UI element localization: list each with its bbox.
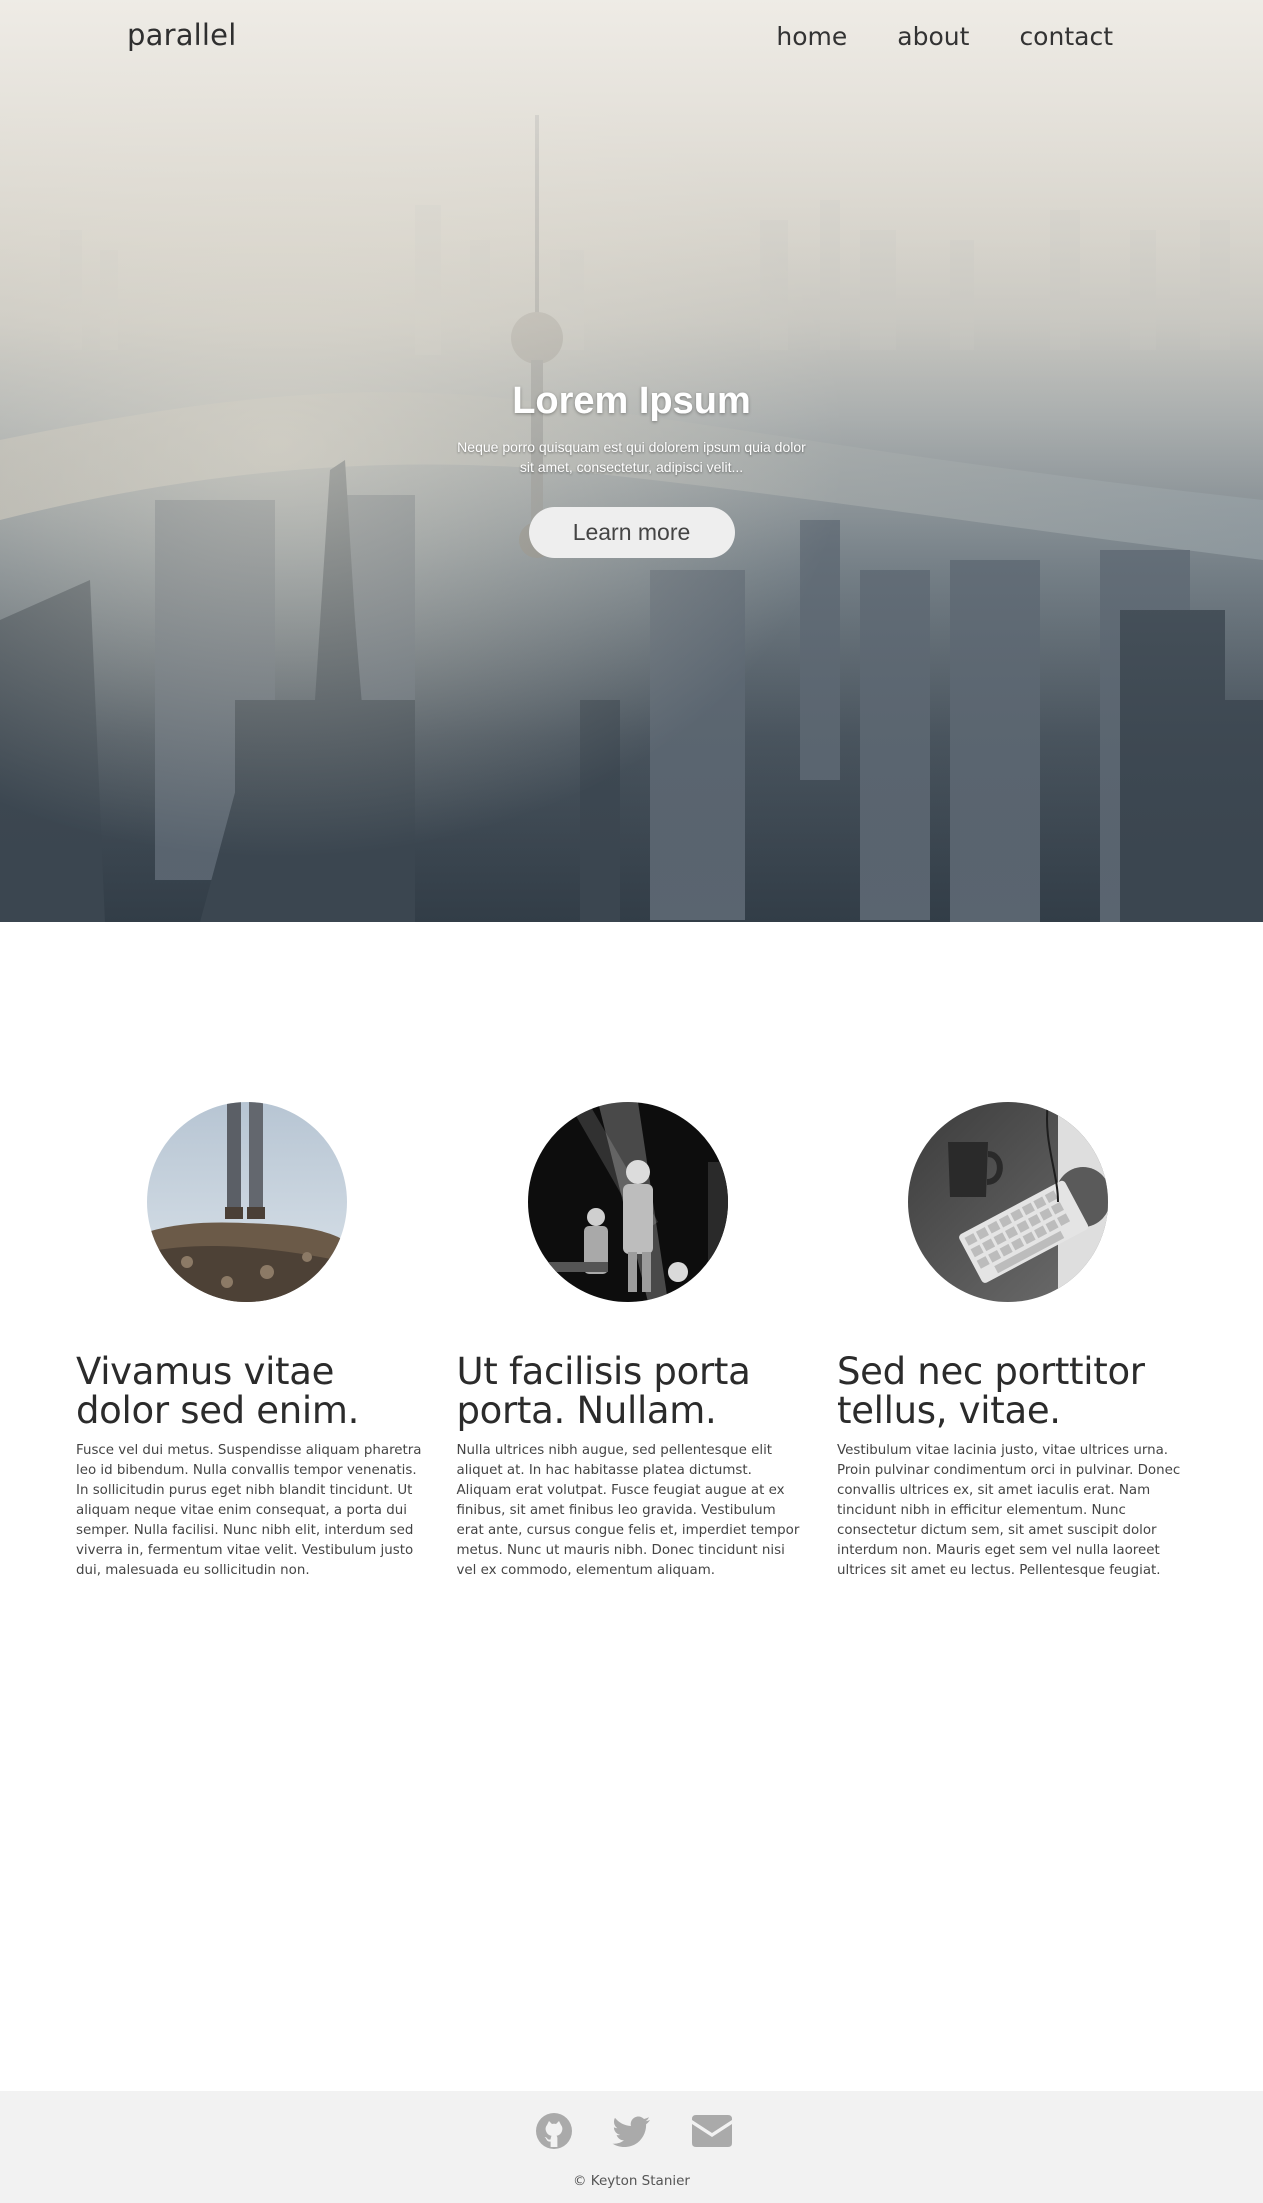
github-icon[interactable] (534, 2111, 574, 2151)
desk-keyboard-mug-photo (908, 1102, 1108, 1302)
concert-band-photo (527, 1102, 728, 1302)
feature-card: Vivamus vitae dolor sed enim. Fusce vel … (76, 1102, 426, 1581)
copyright-text: © Keyton Stanier (573, 2173, 690, 2189)
footer: © Keyton Stanier (0, 2091, 1263, 2203)
social-links (0, 2111, 1263, 2151)
feature-title: Ut facilisis porta porta. Nullam. (456, 1350, 751, 1432)
twitter-icon[interactable] (612, 2111, 652, 2151)
envelope-icon[interactable] (690, 2111, 732, 2151)
nav-link-home[interactable]: home (776, 22, 847, 51)
feature-text: Vestibulum vitae lacinia justo, vitae ul… (837, 1443, 1181, 1578)
learn-more-button[interactable]: Learn more (528, 507, 735, 558)
hero-title: Lorem Ipsum (512, 380, 751, 422)
feature-card: Ut facilisis porta porta. Nullam. Nulla … (457, 1102, 807, 1581)
features-section: Vivamus vitae dolor sed enim. Fusce vel … (76, 1102, 1187, 1581)
nav-link-contact[interactable]: contact (1019, 22, 1113, 51)
feature-text: Nulla ultrices nibh augue, sed pellentes… (456, 1443, 800, 1578)
feature-text: Fusce vel dui metus. Suspendisse aliquam… (76, 1443, 422, 1578)
feature-card: Sed nec porttitor tellus, vitae. Vestibu… (837, 1102, 1187, 1581)
hero-section: parallel home about contact Lorem Ipsum … (0, 0, 1263, 922)
navbar: parallel home about contact (0, 0, 1263, 78)
feature-title: Vivamus vitae dolor sed enim. (76, 1350, 360, 1432)
feature-title: Sed nec porttitor tellus, vitae. (837, 1350, 1145, 1432)
hero-text: Neque porro quisquam est qui dolorem ips… (457, 439, 806, 475)
hero-content: Lorem Ipsum Neque porro quisquam est qui… (0, 380, 1263, 558)
brand-logo[interactable]: parallel (127, 18, 237, 52)
legs-on-rocks-photo (147, 1102, 347, 1302)
nav-link-about[interactable]: about (897, 22, 969, 51)
nav-links: home about contact (776, 22, 1113, 51)
